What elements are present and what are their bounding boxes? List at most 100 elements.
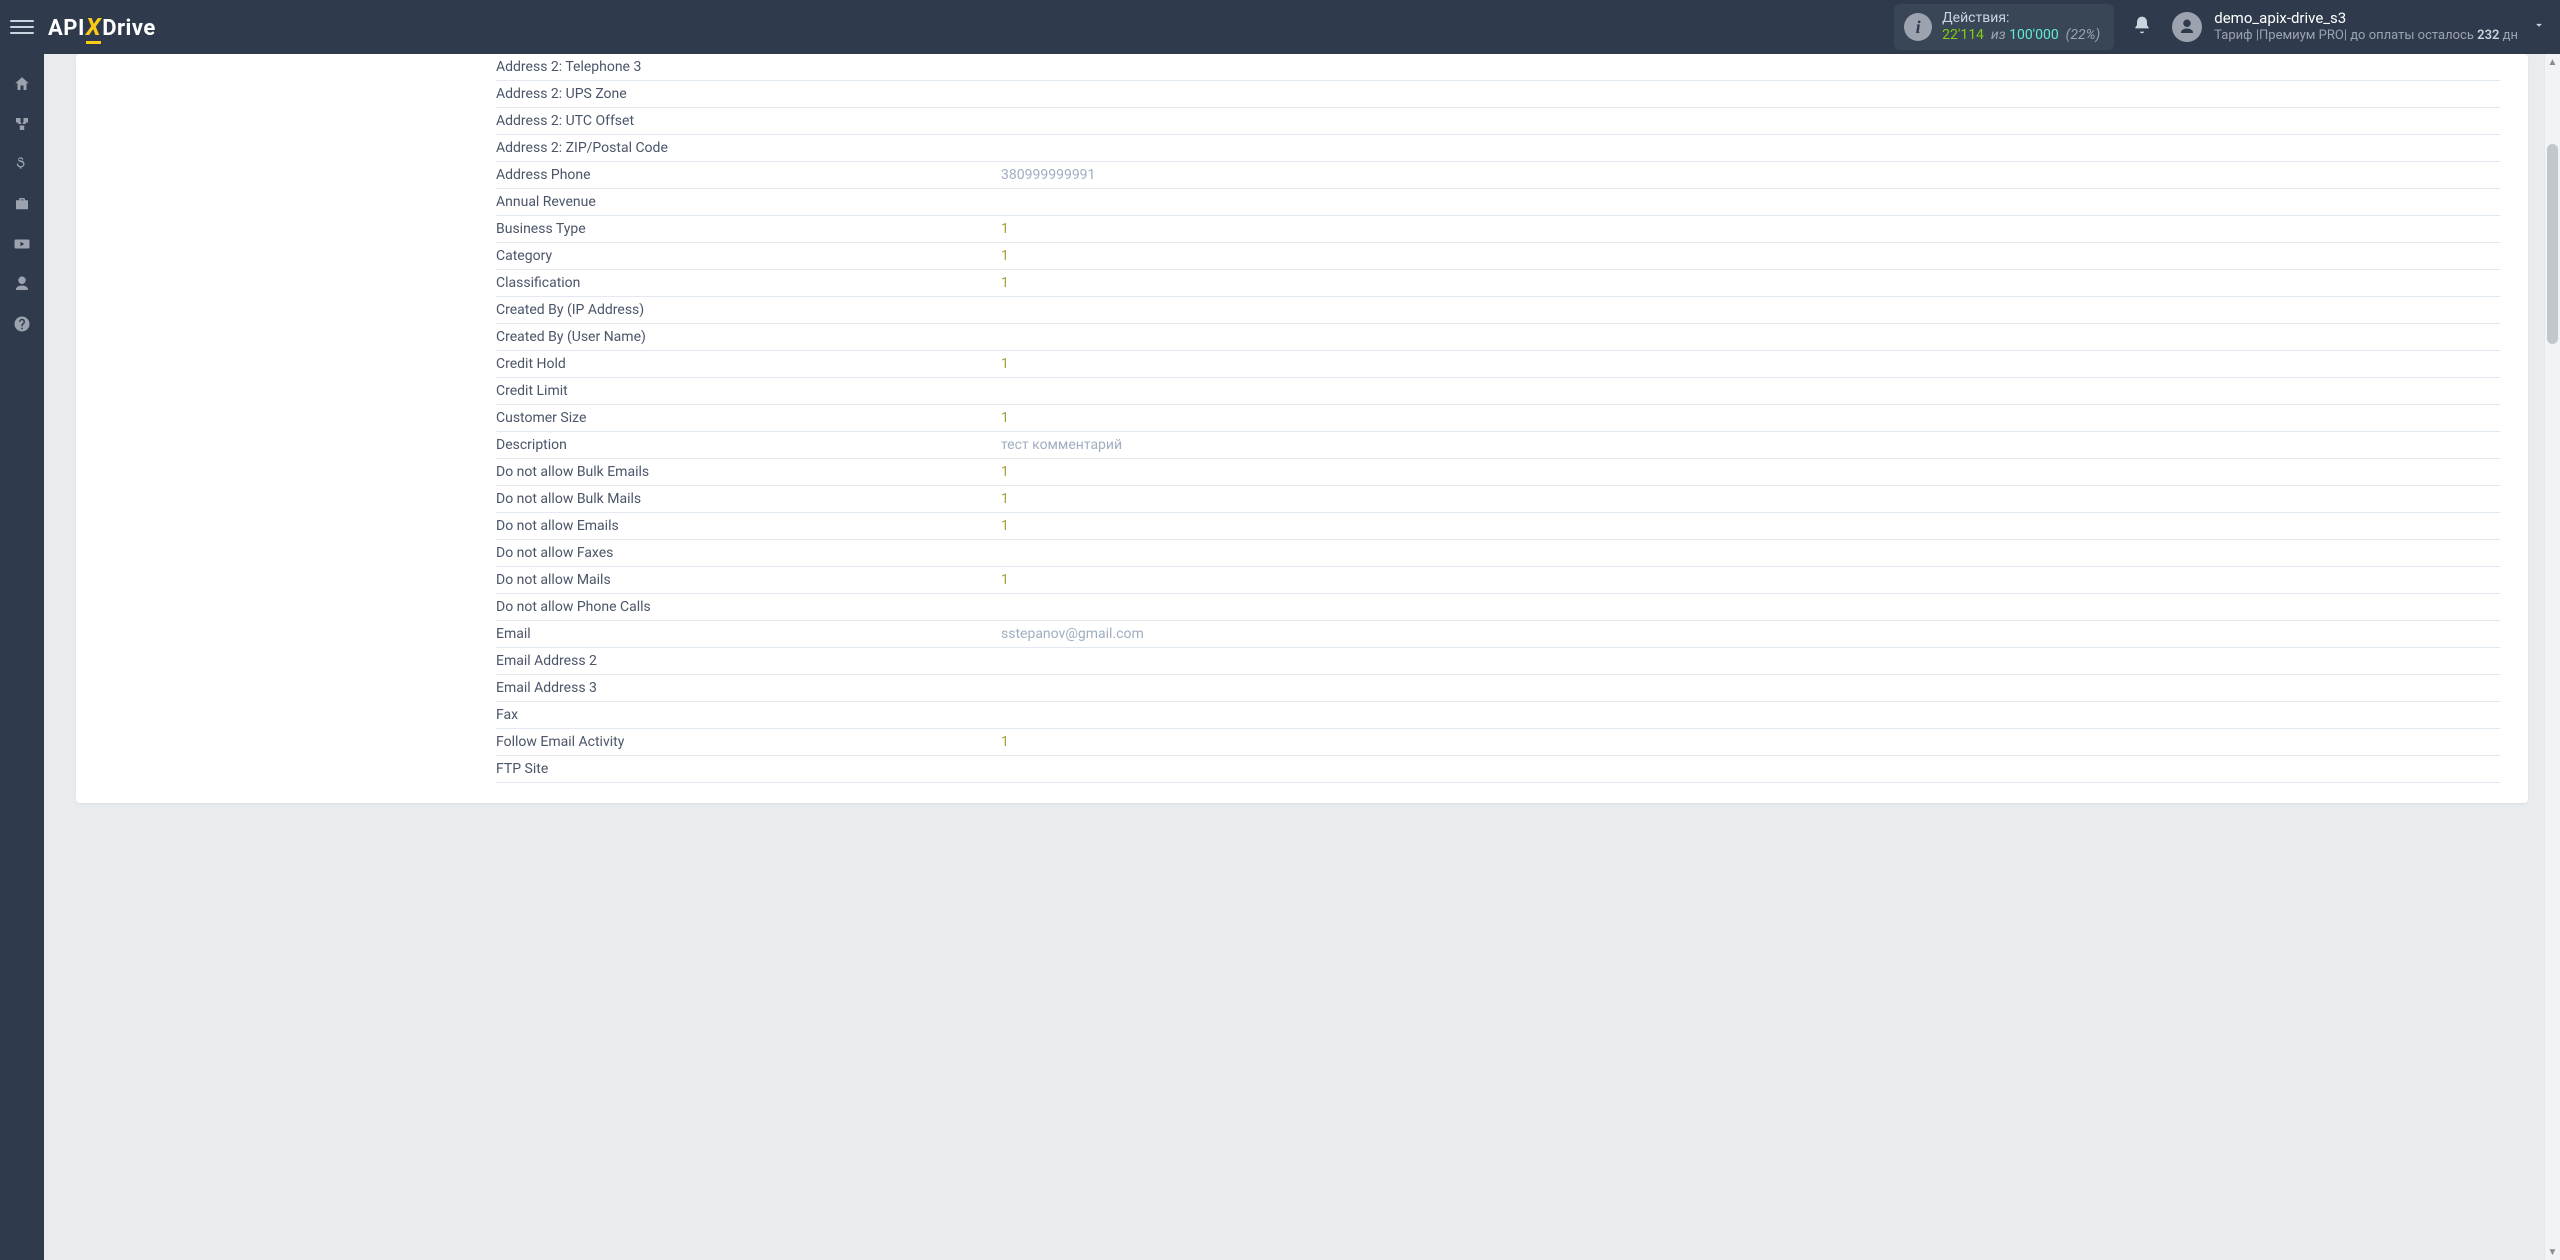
field-row: Do not allow Bulk Emails1	[496, 459, 2500, 486]
user-menu[interactable]: demo_apix-drive_s3 Тариф |Премиум PRO| д…	[2172, 9, 2518, 45]
sidebar	[0, 54, 44, 1260]
field-row: Address 2: UPS Zone	[496, 81, 2500, 108]
field-row: Follow Email Activity1	[496, 729, 2500, 756]
field-row: Address 2: UTC Offset	[496, 108, 2500, 135]
field-value: 1	[1001, 518, 2500, 534]
tariff-line: Тариф |Премиум PRO| до оплаты осталось 2…	[2214, 28, 2518, 45]
field-value: 1	[1001, 410, 2500, 426]
chevron-down-icon[interactable]	[2532, 18, 2546, 36]
field-label: Address 2: UTC Offset	[496, 113, 1001, 129]
field-label: Address 2: UPS Zone	[496, 86, 1001, 102]
field-label: Annual Revenue	[496, 194, 1001, 210]
info-icon: i	[1904, 13, 1932, 41]
scrollbar[interactable]: ▲ ▼	[2544, 54, 2560, 1260]
actions-label: Действия:	[1942, 10, 2100, 27]
avatar-icon	[2172, 12, 2202, 42]
header: APIXDrive i Действия: 22'114 из 100'000 …	[0, 0, 2560, 54]
sidebar-item-help[interactable]	[0, 304, 44, 344]
field-label: Credit Hold	[496, 356, 1001, 372]
sidebar-item-youtube[interactable]	[0, 224, 44, 264]
scroll-up-icon[interactable]: ▲	[2545, 54, 2560, 70]
scrollbar-thumb[interactable]	[2547, 144, 2558, 344]
field-row: Email Address 2	[496, 648, 2500, 675]
field-label: Email Address 2	[496, 653, 1001, 669]
actions-numbers: 22'114 из 100'000 (22%)	[1942, 27, 2100, 44]
sidebar-item-connections[interactable]	[0, 104, 44, 144]
field-value: 1	[1001, 275, 2500, 291]
field-row: Address 2: ZIP/Postal Code	[496, 135, 2500, 162]
actions-counter[interactable]: i Действия: 22'114 из 100'000 (22%)	[1894, 4, 2114, 50]
logo-text-api: API	[48, 16, 85, 41]
field-label: Address 2: ZIP/Postal Code	[496, 140, 1001, 156]
fields-list: Address 2: Telephone 3 Address 2: UPS Zon…	[76, 54, 2528, 803]
field-label: Address Phone	[496, 167, 1001, 183]
field-value: 1	[1001, 491, 2500, 507]
sidebar-item-briefcase[interactable]	[0, 184, 44, 224]
menu-toggle-button[interactable]	[10, 15, 34, 39]
field-label: Address 2: Telephone 3	[496, 59, 1001, 75]
sidebar-item-billing[interactable]	[0, 144, 44, 184]
field-label: Category	[496, 248, 1001, 264]
field-label: Created By (User Name)	[496, 329, 1001, 345]
field-value: 1	[1001, 248, 2500, 264]
logo-text-x: X	[86, 13, 101, 41]
field-row: Annual Revenue	[496, 189, 2500, 216]
field-label: Classification	[496, 275, 1001, 291]
field-row: Credit Limit	[496, 378, 2500, 405]
field-label: Customer Size	[496, 410, 1001, 426]
field-value: 380999999991	[1001, 167, 2500, 183]
field-row: Do not allow Mails1	[496, 567, 2500, 594]
actions-text: Действия: 22'114 из 100'000 (22%)	[1942, 10, 2100, 44]
field-value: 1	[1001, 356, 2500, 372]
logo[interactable]: APIXDrive	[48, 13, 156, 41]
field-row: Do not allow Faxes	[496, 540, 2500, 567]
field-row: Emailsstepanov@gmail.com	[496, 621, 2500, 648]
logo-text-drive: Drive	[102, 16, 156, 41]
field-row: Do not allow Bulk Mails1	[496, 486, 2500, 513]
field-row: Do not allow Phone Calls	[496, 594, 2500, 621]
field-label: FTP Site	[496, 761, 1001, 777]
field-label: Do not allow Mails	[496, 572, 1001, 588]
field-label: Business Type	[496, 221, 1001, 237]
field-value: 1	[1001, 572, 2500, 588]
username: demo_apix-drive_s3	[2214, 9, 2518, 29]
field-value: 1	[1001, 221, 2500, 237]
field-label: Do not allow Faxes	[496, 545, 1001, 561]
sidebar-item-home[interactable]	[0, 64, 44, 104]
field-value: sstepanov@gmail.com	[1001, 626, 2500, 642]
field-label: Fax	[496, 707, 1001, 723]
notifications-button[interactable]	[2132, 15, 2152, 40]
scroll-down-icon[interactable]: ▼	[2545, 1244, 2560, 1260]
user-text: demo_apix-drive_s3 Тариф |Премиум PRO| д…	[2214, 9, 2518, 45]
field-label: Description	[496, 437, 1001, 453]
field-value: 1	[1001, 734, 2500, 750]
field-label: Do not allow Bulk Emails	[496, 464, 1001, 480]
field-row: Descriptionтест комментарий	[496, 432, 2500, 459]
field-row: Customer Size1	[496, 405, 2500, 432]
field-label: Email Address 3	[496, 680, 1001, 696]
field-row: Fax	[496, 702, 2500, 729]
card: Address 2: Telephone 3 Address 2: UPS Zon…	[76, 54, 2528, 803]
field-row: Category1	[496, 243, 2500, 270]
field-label: Follow Email Activity	[496, 734, 1001, 750]
field-row: Created By (User Name)	[496, 324, 2500, 351]
field-label: Do not allow Bulk Mails	[496, 491, 1001, 507]
field-row: Credit Hold1	[496, 351, 2500, 378]
field-label: Do not allow Emails	[496, 518, 1001, 534]
field-row: Do not allow Emails1	[496, 513, 2500, 540]
field-label: Credit Limit	[496, 383, 1001, 399]
field-row: Email Address 3	[496, 675, 2500, 702]
field-row: Created By (IP Address)	[496, 297, 2500, 324]
field-row: Address Phone380999999991	[496, 162, 2500, 189]
field-value: 1	[1001, 464, 2500, 480]
field-row: FTP Site	[496, 756, 2500, 783]
content: Address 2: Telephone 3 Address 2: UPS Zon…	[44, 54, 2560, 827]
field-label: Email	[496, 626, 1001, 642]
sidebar-item-profile[interactable]	[0, 264, 44, 304]
field-row: Business Type1	[496, 216, 2500, 243]
field-row: Classification1	[496, 270, 2500, 297]
field-row: Address 2: Telephone 3	[496, 54, 2500, 81]
field-value: тест комментарий	[1001, 437, 2500, 453]
field-label: Created By (IP Address)	[496, 302, 1001, 318]
field-label: Do not allow Phone Calls	[496, 599, 1001, 615]
